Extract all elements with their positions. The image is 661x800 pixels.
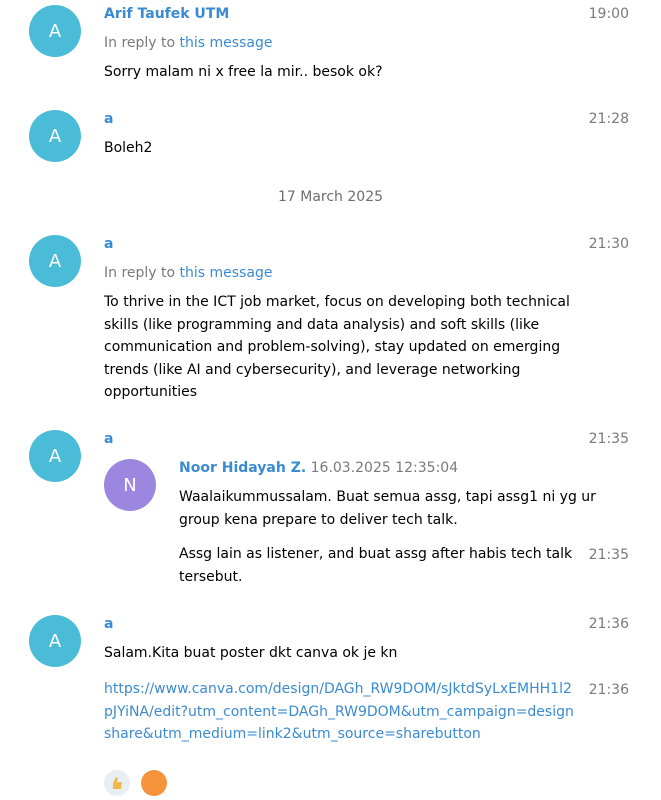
message-time: 19:00 (588, 6, 629, 22)
message-text: Salam.Kita buat poster dkt canva ok je k… (104, 645, 398, 661)
forward-header: Noor Hidayah Z. 16.03.2025 12:35:04 (179, 460, 458, 476)
message-link[interactable]: https://www.canva.com/design/DAGh_RW9DOM… (104, 678, 579, 746)
sender-name[interactable]: a (104, 431, 113, 447)
reply-prefix: In reply to (104, 35, 176, 51)
forward-sender-name[interactable]: Noor Hidayah Z. (179, 460, 306, 476)
reply-link[interactable]: this message (180, 35, 273, 51)
message-text: Boleh2 (104, 140, 153, 156)
message-time: 21:36 (588, 682, 629, 698)
avatar[interactable]: A (29, 235, 81, 287)
message-time: 21:35 (588, 431, 629, 447)
thumbs-up-reaction-icon[interactable] (104, 770, 130, 796)
sender-name[interactable]: a (104, 616, 113, 632)
message-text: Sorry malam ni x free la mir.. besok ok? (104, 64, 383, 80)
reply-prefix: In reply to (104, 265, 176, 281)
reply-header: In reply to this message (104, 265, 272, 281)
reaction-avatar[interactable] (141, 770, 167, 796)
forward-text: Waalaikummussalam. Buat semua assg, tapi… (179, 489, 596, 528)
sender-name[interactable]: a (104, 111, 113, 127)
avatar[interactable]: A (29, 615, 81, 667)
reply-link[interactable]: this message (180, 265, 273, 281)
avatar[interactable]: A (29, 110, 81, 162)
message-time: 21:35 (588, 547, 629, 563)
sender-name[interactable]: a (104, 236, 113, 252)
message-time: 21:36 (588, 616, 629, 632)
forward-text: Assg lain as listener, and buat assg aft… (179, 546, 573, 585)
avatar[interactable]: A (29, 5, 81, 57)
sender-name[interactable]: Arif Taufek UTM (104, 6, 229, 22)
message-time: 21:28 (588, 111, 629, 127)
reply-header: In reply to this message (104, 35, 272, 51)
date-separator: 17 March 2025 (277, 189, 384, 205)
forward-avatar[interactable]: N (104, 459, 156, 511)
forward-date: 16.03.2025 12:35:04 (310, 460, 459, 476)
avatar[interactable]: A (29, 430, 81, 482)
message-text: To thrive in the ICT job market, focus o… (104, 294, 570, 400)
message-time: 21:30 (588, 236, 629, 252)
